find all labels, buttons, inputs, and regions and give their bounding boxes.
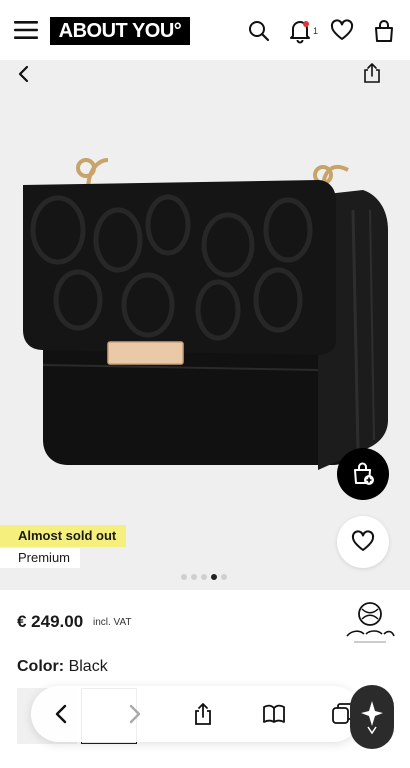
pagination-dot[interactable]: [181, 574, 187, 580]
add-to-bag-button[interactable]: [337, 448, 389, 500]
heart-icon[interactable]: [330, 18, 354, 44]
star-icon: [361, 701, 383, 735]
book-icon[interactable]: [262, 702, 286, 726]
menu-icon[interactable]: [14, 19, 38, 41]
pagination-dot-active[interactable]: [211, 574, 217, 580]
gallery-pagination: [181, 574, 227, 580]
bag-icon[interactable]: [372, 18, 396, 44]
color-selector-label: Color: Black: [17, 658, 108, 676]
pagination-dot[interactable]: [201, 574, 207, 580]
color-value: Black: [68, 658, 108, 675]
wishlist-button[interactable]: [337, 516, 389, 568]
share-icon[interactable]: [191, 702, 215, 726]
back-icon[interactable]: [14, 64, 34, 84]
search-icon[interactable]: [247, 18, 271, 44]
share-icon[interactable]: [361, 62, 383, 84]
almost-sold-out-badge: Almost sold out: [0, 525, 127, 547]
bag-plus-icon: [354, 462, 374, 485]
assistant-button[interactable]: [350, 685, 394, 749]
bell-icon[interactable]: [288, 18, 312, 44]
color-label: Color:: [17, 658, 65, 675]
vat-note: incl. VAT: [93, 617, 132, 628]
top-header: ABOUT YOU° 1: [0, 0, 410, 61]
product-price: € 249.00: [17, 612, 84, 631]
notification-count: 1: [313, 26, 319, 36]
premium-badge: Premium: [0, 548, 81, 568]
forward-icon[interactable]: [122, 702, 146, 726]
brand-logo[interactable]: [340, 600, 400, 648]
product-image[interactable]: [18, 150, 398, 490]
about-you-logo[interactable]: ABOUT YOU°: [50, 17, 190, 45]
pagination-dot[interactable]: [191, 574, 197, 580]
heart-icon: [351, 530, 375, 551]
pagination-dot[interactable]: [221, 574, 227, 580]
back-icon[interactable]: [50, 702, 74, 726]
